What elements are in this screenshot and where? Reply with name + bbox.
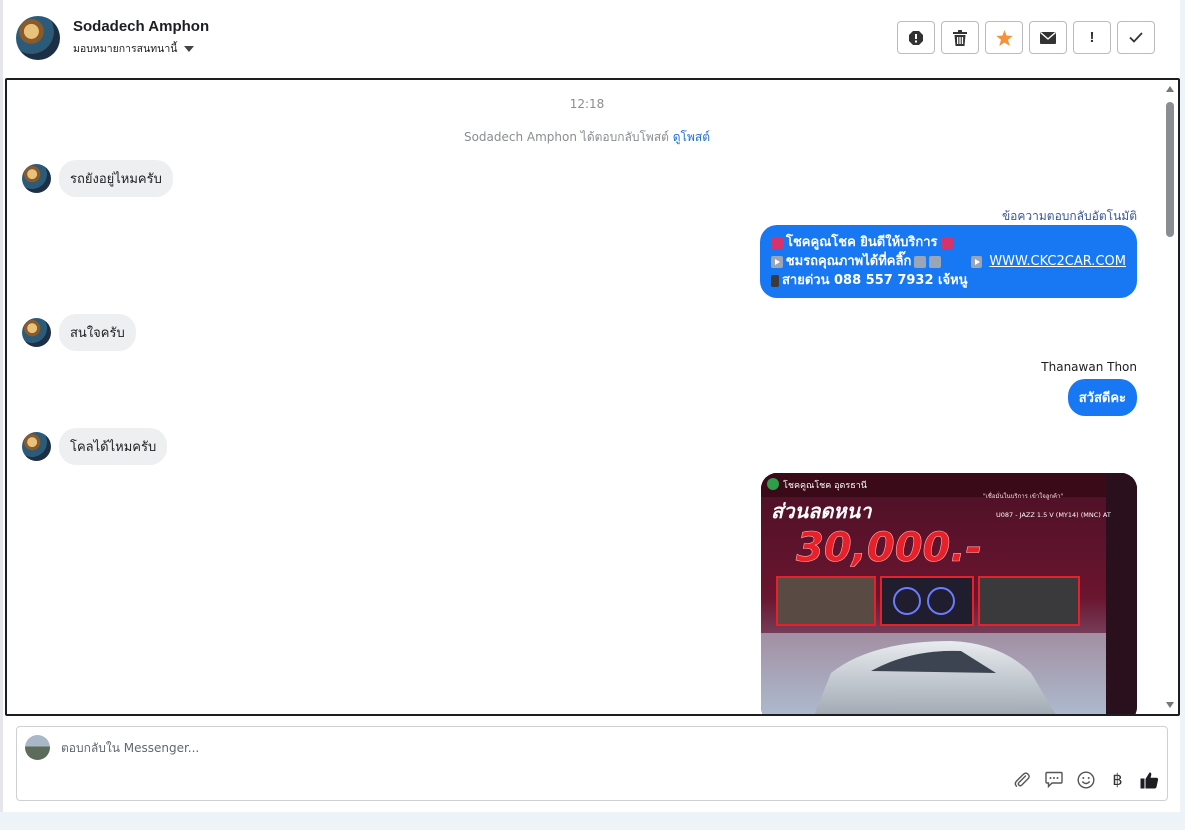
message-timestamp: 12:18 (569, 97, 605, 111)
chevron-down-icon (184, 45, 195, 52)
incoming-message: สนใจครับ (22, 314, 136, 351)
website-link[interactable]: WWW.CKC2CAR.COM (989, 252, 1126, 271)
sender-avatar[interactable] (22, 164, 51, 193)
image-attachment[interactable]: โชคคูณโชค อุดรธานี "เชื่อมั่นในบริการ เข… (761, 473, 1137, 714)
emoji-icon (1076, 770, 1095, 789)
promo-tagline: "เชื่อมั่นในบริการ เข้าใจลูกค้า" (983, 492, 1063, 500)
scroll-up-icon[interactable] (1166, 86, 1174, 92)
attach-button[interactable] (1012, 770, 1031, 789)
payment-button[interactable]: ฿ (1108, 770, 1127, 789)
mark-important-button[interactable]: ! (1073, 21, 1111, 54)
thumbs-up-icon (1140, 771, 1159, 788)
message-bubble: โคลได้ไหมครับ (59, 428, 168, 465)
emoji-icon (940, 236, 953, 249)
star-icon (995, 29, 1013, 46)
promo-headline: ส่วนลดหนา (771, 499, 873, 523)
auto-reply-line-3: สายด่วน 088 557 7932 เจ้หนู (771, 271, 1126, 290)
system-note-text: Sodadech Amphon ได้ตอบกลับโพสต์ (463, 130, 669, 144)
sender-avatar[interactable] (22, 318, 51, 347)
conversation-toolbar: ! (897, 21, 1155, 54)
saved-reply-icon (1044, 771, 1063, 788)
auto-reply-line-1: โชคคูณโชค ยินดีให้บริการ (771, 233, 1126, 252)
promo-discount: 30,000.- (796, 525, 982, 571)
page-avatar (25, 735, 50, 760)
composer-tools: ฿ (1012, 770, 1159, 789)
baht-icon: ฿ (1112, 771, 1123, 789)
assign-conversation-dropdown[interactable]: มอบหมายการสนทนานี้ (73, 40, 195, 57)
contact-name[interactable]: Sodadech Amphon (73, 18, 209, 35)
delete-button[interactable] (941, 21, 979, 54)
contact-avatar[interactable] (16, 16, 60, 60)
auto-reply-greeting: โชคคูณโชค ยินดีให้บริการ (786, 235, 938, 250)
reply-input[interactable] (61, 741, 861, 755)
envelope-icon (1040, 31, 1056, 44)
scrollbar-thumb[interactable] (1166, 102, 1174, 237)
check-icon (1129, 32, 1143, 43)
emoji-button[interactable] (1076, 770, 1095, 789)
conversation-header: Sodadech Amphon มอบหมายการสนทนานี้ ! (0, 0, 1180, 78)
car-promo-image: โชคคูณโชค อุดรธานี "เชื่อมั่นในบริการ เข… (761, 473, 1137, 714)
incoming-message: รถยังอยู่ไหมครับ (22, 160, 173, 197)
message-bubble: รถยังอยู่ไหมครับ (59, 160, 173, 197)
exclamation-icon: ! (1089, 29, 1095, 46)
promo-brand: โชคคูณโชค อุดรธานี (783, 480, 867, 491)
play-icon (771, 255, 783, 268)
down-arrow-icon (914, 255, 927, 268)
auto-reply-hotline: สายด่วน 088 557 7932 เจ้หนู (782, 273, 968, 288)
message-bubble: สนใจครับ (59, 314, 136, 351)
agent-name: Thanawan Thon (1041, 360, 1137, 374)
send-like-button[interactable] (1140, 770, 1159, 789)
sender-avatar[interactable] (22, 432, 51, 461)
incoming-message: โคลได้ไหมครับ (22, 428, 168, 465)
mark-unread-button[interactable] (1029, 21, 1067, 54)
phone-icon (771, 274, 779, 287)
auto-reply-line-2: ชมรถคุณภาพได้ที่คลิ๊ก WWW.CKC2CAR.COM (771, 252, 1126, 271)
mark-spam-button[interactable] (897, 21, 935, 54)
left-edge-divider (0, 0, 3, 812)
reply-composer: ฿ (16, 726, 1168, 801)
view-post-link[interactable]: ดูโพสต์ (673, 130, 710, 144)
spam-icon (909, 30, 923, 45)
agent-message-bubble: สวัสดีคะ (1067, 379, 1137, 416)
assign-label: มอบหมายการสนทนานี้ (73, 43, 178, 55)
auto-reply-bubble: โชคคูณโชค ยินดีให้บริการ ชมรถคุณภาพได้ที… (760, 225, 1137, 298)
saved-replies-button[interactable] (1044, 770, 1063, 789)
paperclip-icon (1014, 771, 1030, 787)
emoji-icon (771, 236, 783, 249)
auto-reply-cta: ชมรถคุณภาพได้ที่คลิ๊ก (785, 254, 912, 269)
play-icon (970, 255, 983, 268)
auto-reply-label: ข้อความตอบกลับอัตโนมัติ (1001, 209, 1137, 223)
promo-model: U087 - JAZZ 1.5 V (MY14) (MNC) AT (996, 511, 1111, 519)
down-arrow-icon (929, 255, 941, 268)
scroll-down-icon[interactable] (1166, 702, 1174, 708)
trash-icon (953, 29, 967, 46)
mark-done-button[interactable] (1117, 21, 1155, 54)
message-thread[interactable]: 12:18 Sodadech Amphon ได้ตอบกลับโพสต์ ดู… (5, 78, 1180, 716)
system-note: Sodadech Amphon ได้ตอบกลับโพสต์ ดูโพสต์ (7, 128, 1167, 147)
thread-scrollbar[interactable] (1163, 80, 1176, 714)
star-button[interactable] (985, 21, 1023, 54)
